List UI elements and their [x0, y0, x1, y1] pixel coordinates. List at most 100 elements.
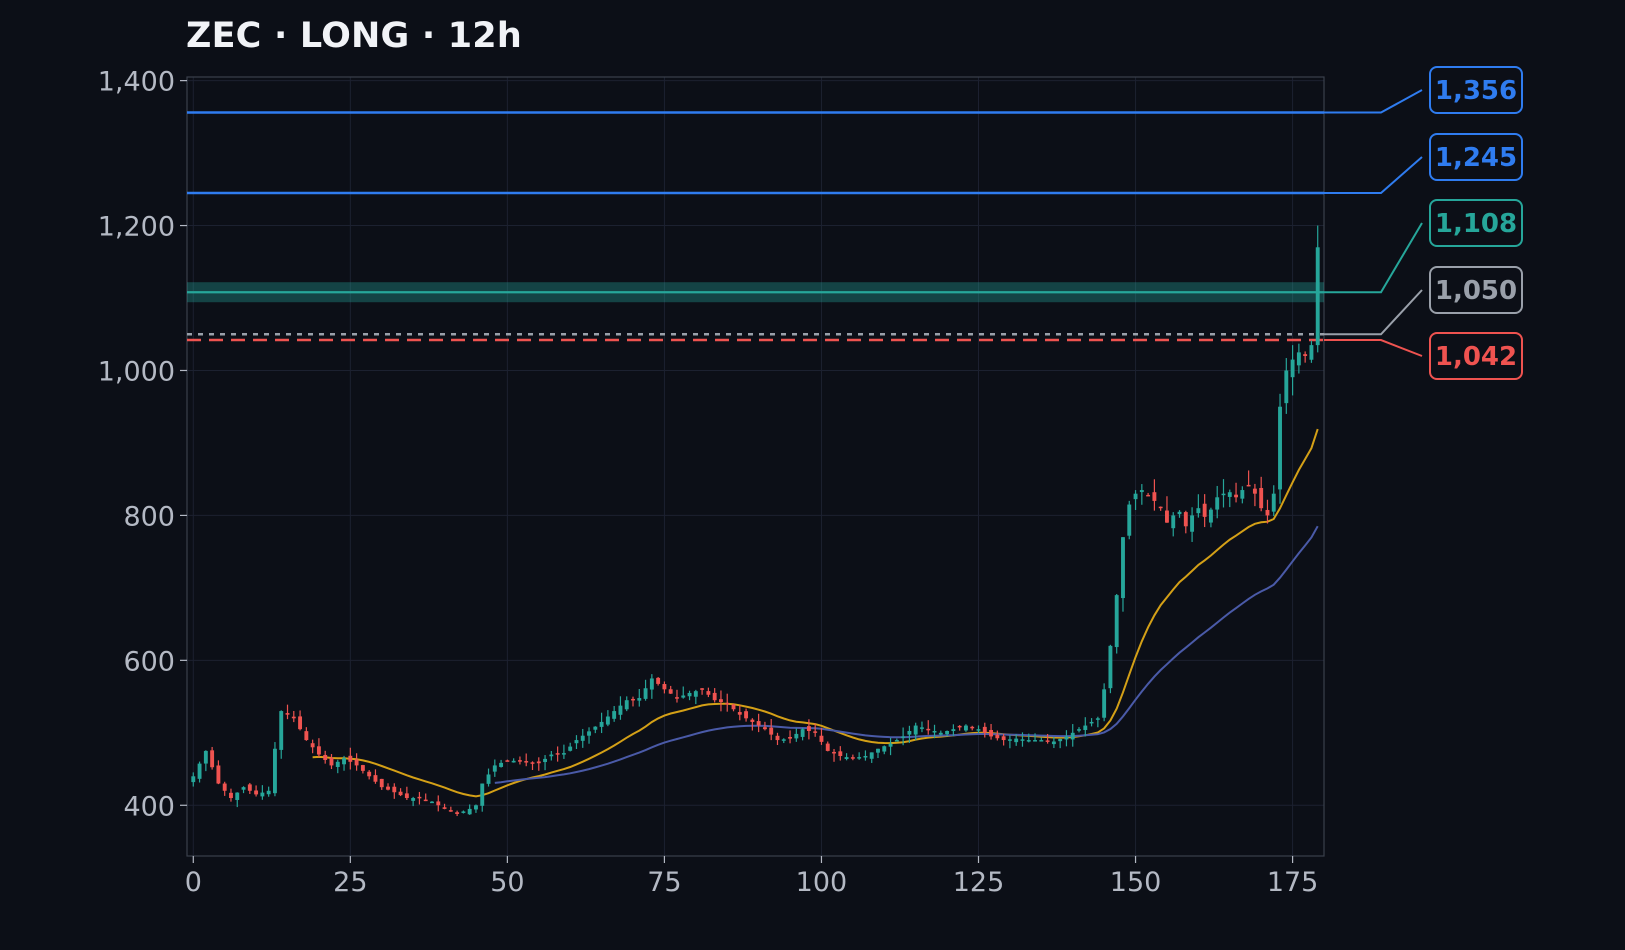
candle-body: [687, 692, 692, 697]
candle-body: [329, 757, 334, 766]
candle-body: [247, 784, 252, 791]
candle-body: [1278, 406, 1282, 490]
candle-body: [806, 726, 811, 731]
candle-body: [423, 799, 428, 802]
candle-body: [668, 689, 673, 694]
candle-body: [693, 691, 698, 697]
candle-body: [681, 695, 686, 698]
candle-body: [662, 684, 667, 690]
y-tick-label: 1,400: [98, 67, 175, 98]
candle-body: [1208, 509, 1213, 523]
candle-body: [442, 807, 447, 809]
candle-body: [524, 761, 529, 763]
candle-body: [210, 750, 215, 768]
price-tag-label: 1,108: [1435, 209, 1517, 239]
candle-body: [631, 698, 635, 701]
candle-body: [719, 699, 723, 703]
candle-body: [486, 774, 491, 784]
candle-body: [982, 726, 987, 733]
candlestick-chart: 400 600 800 1,000 1,200 1,400 0 25 50 75 100 125 150…: [98, 66, 1523, 898]
candles: [191, 225, 1320, 817]
candle-body: [901, 736, 906, 738]
candle-body: [800, 729, 805, 737]
candle-body: [1039, 740, 1044, 742]
y-tick-label: 1,000: [98, 356, 175, 387]
candle-body: [191, 776, 196, 783]
candle-body: [643, 688, 648, 699]
candle-body: [461, 811, 466, 813]
candle-body: [995, 734, 1000, 739]
candle-body: [618, 705, 623, 715]
candle-body: [649, 678, 654, 690]
candle-body: [298, 716, 303, 730]
price-tag-label: 1,356: [1435, 76, 1517, 106]
candle-body: [367, 771, 372, 777]
candle-body: [480, 783, 485, 806]
candle-body: [605, 716, 610, 725]
candle-body: [505, 760, 510, 762]
candle-body: [857, 757, 862, 759]
candle-body: [1133, 493, 1138, 500]
candle-body: [203, 750, 208, 764]
candle-body: [1033, 740, 1037, 742]
candle-body: [756, 721, 761, 726]
candle-body: [1014, 738, 1019, 743]
candle-body: [762, 727, 767, 730]
candle-body: [1108, 645, 1113, 689]
candle-body: [411, 798, 416, 801]
candle-body: [976, 729, 981, 731]
x-tick-label: 25: [333, 867, 367, 898]
y-tick-label: 400: [123, 791, 175, 822]
candle-body: [656, 677, 661, 684]
candle-body: [838, 751, 843, 756]
candle-body: [474, 805, 478, 810]
candle-body: [612, 711, 617, 719]
candle-body: [360, 765, 365, 771]
candle-body: [398, 791, 403, 796]
candle-body: [354, 759, 359, 766]
price-tag-label: 1,050: [1435, 276, 1517, 306]
candle-body: [593, 726, 598, 730]
candle-body: [1077, 729, 1081, 731]
candle-body: [536, 761, 541, 764]
candle-body: [970, 726, 975, 729]
candle-body: [737, 712, 742, 715]
candle-body: [279, 711, 284, 750]
candle-body: [1001, 736, 1006, 741]
candle-body: [794, 733, 799, 739]
x-tick-label: 150: [1110, 867, 1162, 898]
candle-body: [932, 730, 937, 733]
candle-body: [920, 727, 924, 729]
y-tick-label: 1,200: [98, 212, 175, 243]
candle-body: [335, 761, 340, 767]
candle-body: [781, 739, 786, 741]
candle-body: [876, 748, 880, 753]
candle-body: [750, 719, 755, 722]
candle-body: [844, 757, 849, 760]
candle-body: [561, 753, 566, 755]
candle-body: [323, 754, 328, 760]
price-tag-label: 1,042: [1435, 342, 1517, 372]
candle-body: [1271, 493, 1276, 512]
candle-body: [499, 762, 504, 767]
candle-body: [1121, 537, 1125, 599]
candle-body: [700, 688, 705, 690]
candle-body: [1284, 370, 1289, 404]
candle-body: [1083, 725, 1088, 731]
candle-body: [712, 692, 717, 701]
candle-body: [1296, 352, 1301, 366]
candle-body: [1102, 689, 1107, 718]
candle-body: [951, 729, 956, 732]
candle-body: [850, 757, 855, 759]
candle-body: [926, 728, 931, 731]
candle-body: [1020, 739, 1025, 741]
candle-body: [599, 721, 604, 727]
candle-body: [197, 763, 202, 779]
ema_slow-line: [494, 525, 1319, 784]
candle-body: [1165, 510, 1169, 523]
candle-body: [624, 700, 629, 710]
candle-body: [989, 730, 994, 737]
candle-body: [241, 787, 246, 790]
candle-body: [1152, 492, 1157, 501]
candle-body: [392, 786, 397, 793]
